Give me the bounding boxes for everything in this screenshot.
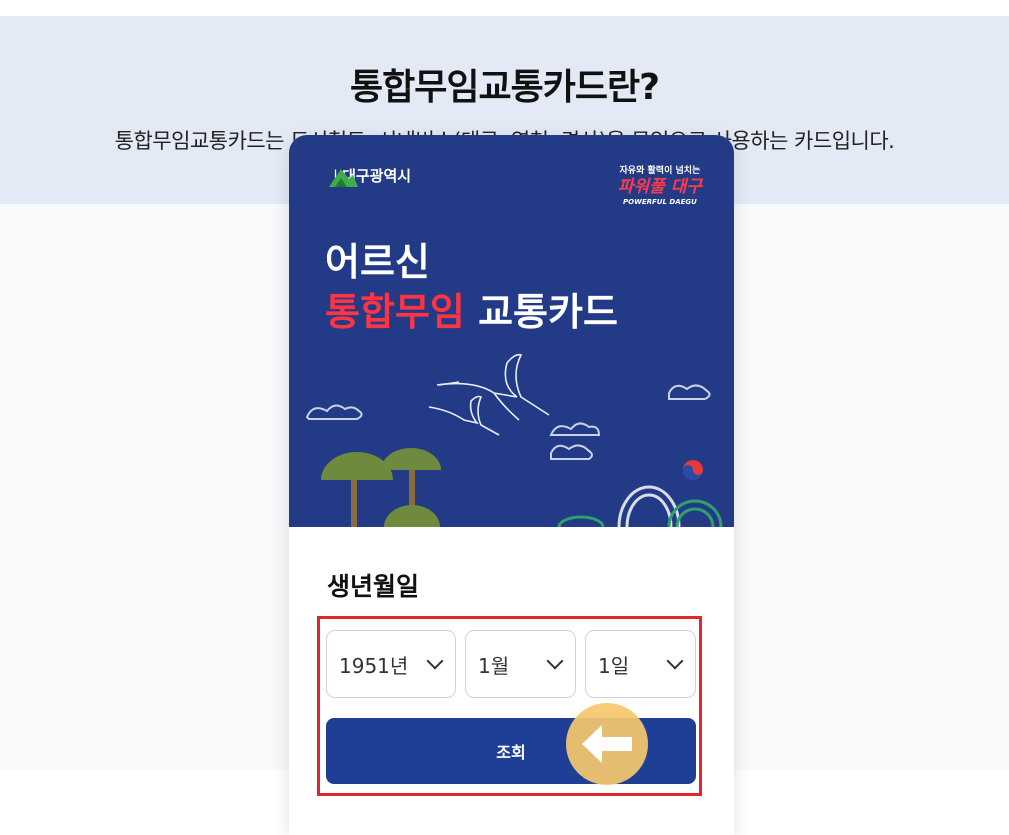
poster-title-white: 교통카드 [478, 290, 618, 334]
slogan-english: POWERFUL DAEGU [623, 198, 697, 206]
slogan-top: 자유와 활력이 넘치는 [619, 166, 701, 176]
chevron-down-icon [666, 652, 684, 670]
birthdate-label: 생년월일 [327, 572, 420, 601]
poster-title-red: 통합무임 [325, 290, 465, 334]
daegu-mountain-logo-icon [329, 169, 358, 187]
birth-year-select[interactable]: 1951년 [326, 630, 456, 698]
birth-month-select[interactable]: 1월 [465, 630, 576, 698]
birth-month-value: 1월 [478, 653, 510, 678]
city-logo: | 대구광역시 [327, 165, 411, 187]
page-title: 통합무임교통카드란? [350, 67, 660, 108]
birth-day-select[interactable]: 1일 [585, 630, 696, 698]
poster-title-line2: 통합무임 교통카드 [325, 281, 618, 336]
chevron-down-icon [426, 652, 444, 670]
poster-title-line1: 어르신 [325, 240, 430, 284]
chevron-down-icon [546, 652, 564, 670]
transit-card-panel: | 대구광역시 자유와 활력이 넘치는 파워풀 대구 POWERFUL DAEG… [289, 135, 734, 835]
birth-day-value: 1일 [598, 653, 630, 678]
card-poster: | 대구광역시 자유와 활력이 넘치는 파워풀 대구 POWERFUL DAEG… [289, 135, 734, 527]
pointer-marker [566, 703, 648, 785]
arrow-left-icon [582, 725, 632, 763]
birth-year-value: 1951년 [339, 653, 409, 678]
slogan-main: 파워풀 대구 [617, 177, 702, 197]
city-slogan: 자유와 활력이 넘치는 파워풀 대구 POWERFUL DAEGU [618, 167, 702, 206]
